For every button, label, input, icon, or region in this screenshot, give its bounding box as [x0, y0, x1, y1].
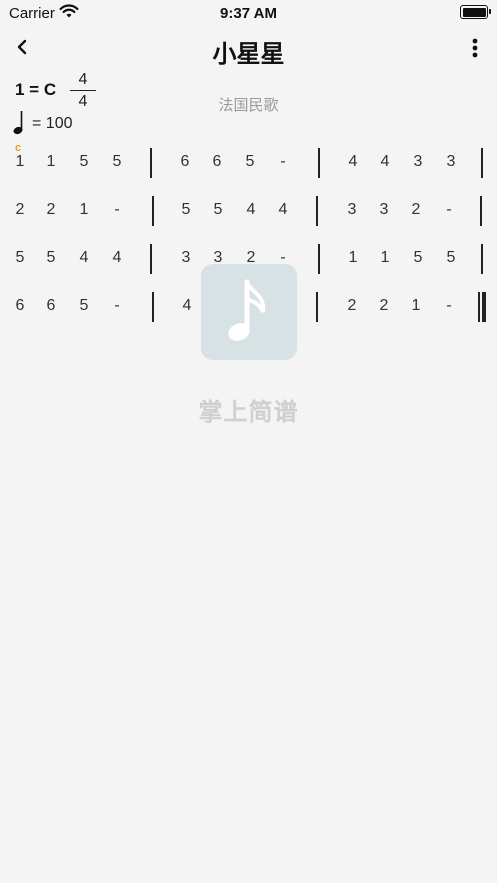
note[interactable]: 5 [406, 238, 430, 278]
note[interactable]: 3 [174, 238, 198, 278]
barline [480, 196, 482, 226]
battery-icon [460, 5, 491, 19]
note[interactable]: 1 [8, 142, 32, 182]
watermark-text: 掌上简谱 [198, 399, 299, 426]
quarter-note-icon [13, 111, 23, 135]
note[interactable]: - [105, 286, 129, 326]
note[interactable]: 2 [372, 286, 396, 326]
note[interactable]: 1 [341, 238, 365, 278]
tempo-value: = 100 [32, 115, 73, 132]
note[interactable]: 2 [340, 286, 364, 326]
note[interactable]: 5 [206, 190, 230, 230]
watermark-logo [201, 264, 297, 360]
note[interactable]: 2 [404, 190, 428, 230]
note[interactable]: 5 [105, 142, 129, 182]
note[interactable]: 4 [373, 142, 397, 182]
note[interactable]: 2 [8, 190, 32, 230]
barline [481, 148, 483, 178]
note[interactable]: - [271, 142, 295, 182]
page-title: 小星星 [212, 41, 285, 68]
barline [316, 196, 318, 226]
barline [481, 244, 483, 274]
note[interactable]: 6 [39, 286, 63, 326]
note[interactable]: 5 [8, 238, 32, 278]
notation-row: 221-5544332- [0, 190, 497, 230]
clock: 9:37 AM [220, 5, 277, 22]
time-signature-top: 4 [78, 71, 88, 88]
note[interactable]: 5 [39, 238, 63, 278]
barline [152, 196, 154, 226]
note[interactable]: 3 [340, 190, 364, 230]
note[interactable]: - [105, 190, 129, 230]
note[interactable]: - [437, 286, 461, 326]
note[interactable]: 6 [173, 142, 197, 182]
barline [150, 148, 152, 178]
note[interactable]: 4 [72, 238, 96, 278]
note[interactable]: 3 [372, 190, 396, 230]
note[interactable]: 1 [404, 286, 428, 326]
note[interactable]: 4 [239, 190, 263, 230]
note[interactable]: 3 [406, 142, 430, 182]
note[interactable]: 5 [174, 190, 198, 230]
notation-row: 1155665-4433 [0, 142, 497, 182]
note[interactable]: 4 [271, 190, 295, 230]
note[interactable]: 1 [39, 142, 63, 182]
note[interactable]: 6 [8, 286, 32, 326]
note[interactable]: 4 [341, 142, 365, 182]
note[interactable]: 5 [72, 142, 96, 182]
final-barline-thin [478, 292, 480, 322]
composer-label: 法国民歌 [218, 97, 279, 114]
barline [152, 292, 154, 322]
more-options-icon[interactable] [465, 36, 485, 62]
barline [316, 292, 318, 322]
barline [318, 244, 320, 274]
status-bar: Carrier 9:37 AM [0, 0, 497, 26]
music-note-icon [228, 279, 266, 341]
final-barline-thick [482, 292, 486, 322]
barline [150, 244, 152, 274]
note[interactable]: 6 [205, 142, 229, 182]
note[interactable]: - [437, 190, 461, 230]
note[interactable]: 5 [238, 142, 262, 182]
note[interactable]: 1 [373, 238, 397, 278]
note[interactable]: 5 [72, 286, 96, 326]
note[interactable]: 4 [175, 286, 199, 326]
note[interactable]: 5 [439, 238, 463, 278]
note[interactable]: 1 [72, 190, 96, 230]
note[interactable]: 3 [439, 142, 463, 182]
barline [318, 148, 320, 178]
note[interactable]: 4 [105, 238, 129, 278]
note[interactable]: 2 [39, 190, 63, 230]
